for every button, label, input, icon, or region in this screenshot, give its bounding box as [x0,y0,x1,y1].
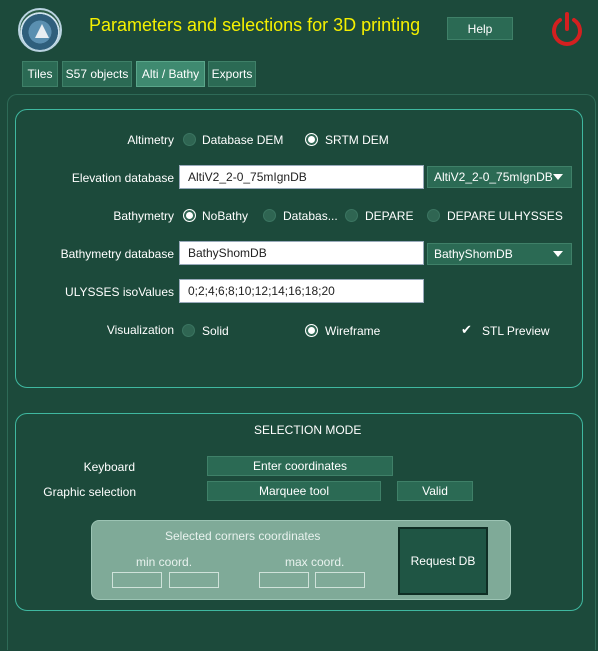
marquee-tool-button[interactable]: Marquee tool [207,481,381,501]
elevation-db-select-value: AltiV2_2-0_75mIgnDB [434,170,553,184]
power-icon[interactable] [548,11,586,49]
min-coord-label: min coord. [136,555,193,569]
stl-preview-checkbox[interactable]: ✔ [460,323,473,336]
bathymetry-radio-nobathy[interactable] [183,209,196,222]
elevation-db-label: Elevation database [71,171,174,185]
bathymetry-radio-database[interactable] [263,209,276,222]
bathymetry-radio-depare-ulhysses[interactable] [427,209,440,222]
elevation-db-input[interactable]: AltiV2_2-0_75mIgnDB [179,165,424,189]
bathy-db-input[interactable]: BathyShomDB [179,241,424,265]
bathymetry-option-database: Databas... [283,209,338,223]
bathymetry-option-nobathy: NoBathy [202,209,249,223]
selection-mode-title: SELECTION MODE [254,423,362,437]
max-coord-x-field[interactable] [259,572,309,588]
valid-button[interactable]: Valid [397,481,473,501]
visualization-option-solid: Solid [202,324,229,338]
visualization-label: Visualization [106,323,174,337]
selected-corners-title: Selected corners coordinates [165,529,321,543]
altimetry-radio-database-dem[interactable] [183,133,196,146]
bathymetry-option-depare: DEPARE [365,209,414,223]
keyboard-label: Keyboard [83,460,135,474]
bathymetry-label: Bathymetry [113,209,174,223]
elevation-db-select[interactable]: AltiV2_2-0_75mIgnDB [427,166,572,188]
help-button[interactable]: Help [447,17,513,40]
max-coord-label: max coord. [285,555,345,569]
bathy-db-select[interactable]: BathyShomDB [427,243,572,265]
stl-preview-label: STL Preview [482,324,550,338]
tab-s57-objects[interactable]: S57 objects [62,61,132,87]
altimetry-option-srtm-dem: SRTM DEM [325,133,389,147]
min-coord-x-field[interactable] [112,572,162,588]
altimetry-radio-srtm-dem[interactable] [305,133,318,146]
ulysses-label: ULYSSES isoValues [65,285,174,299]
bathy-db-select-value: BathyShomDB [434,247,513,261]
altimetry-label: Altimetry [127,133,174,147]
request-db-button[interactable]: Request DB [398,527,488,595]
min-coord-y-field[interactable] [169,572,219,588]
max-coord-y-field[interactable] [315,572,365,588]
altimetry-option-database-dem: Database DEM [202,133,284,147]
visualization-option-wireframe: Wireframe [325,324,381,338]
page-title: Parameters and selections for 3D printin… [89,15,421,35]
tab-alti-bathy[interactable]: Alti / Bathy [136,61,205,87]
tab-tiles[interactable]: Tiles [22,61,58,87]
chevron-down-icon [553,251,563,257]
chevron-down-icon [553,174,563,180]
enter-coordinates-button[interactable]: Enter coordinates [207,456,393,476]
bathymetry-radio-depare[interactable] [345,209,358,222]
logo-icon [18,8,62,52]
tab-exports[interactable]: Exports [208,61,256,87]
visualization-radio-wireframe[interactable] [305,324,318,337]
ulysses-input[interactable]: 0;2;4;6;8;10;12;14;16;18;20 [179,279,424,303]
visualization-radio-solid[interactable] [182,324,195,337]
graphic-selection-label: Graphic selection [43,485,136,499]
bathymetry-option-depare-ulhysses: DEPARE ULHYSSES [447,209,563,223]
bathy-db-label: Bathymetry database [60,247,174,261]
